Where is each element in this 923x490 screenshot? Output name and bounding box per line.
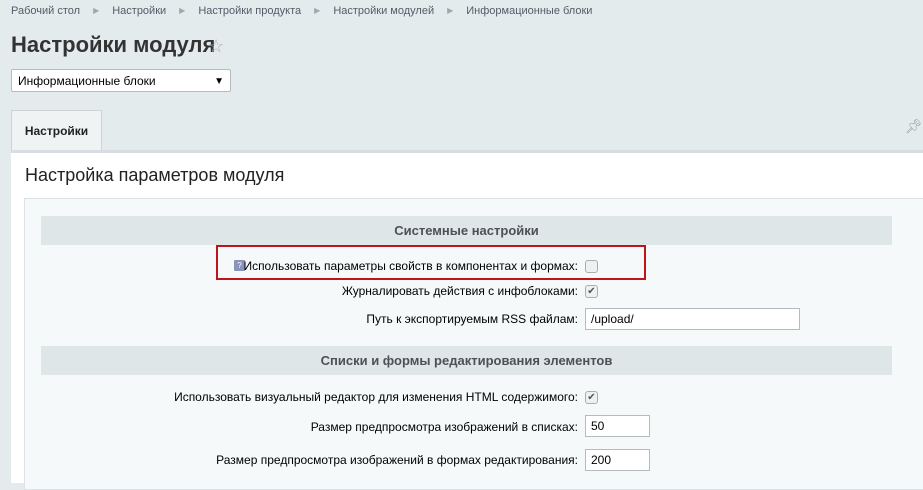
rss-path-input[interactable]: /upload/ xyxy=(585,308,800,330)
chevron-right-icon: ▶ xyxy=(179,6,186,15)
chevron-right-icon: ▶ xyxy=(447,6,454,15)
section-subtitle: Настройка параметров модуля xyxy=(25,165,285,185)
highlight-box xyxy=(216,245,646,280)
module-select[interactable]: Информационные блоки ▼ xyxy=(11,69,231,92)
log-actions-checkbox[interactable]: ✔ xyxy=(585,285,598,298)
module-select-value: Информационные блоки xyxy=(18,74,156,88)
breadcrumb-item[interactable]: Рабочий стол xyxy=(11,5,80,17)
form-preview-size-input[interactable]: 200 xyxy=(585,449,650,471)
chevron-right-icon: ▶ xyxy=(93,6,100,15)
breadcrumb-item[interactable]: Настройки xyxy=(112,5,166,17)
field-label: Использовать визуальный редактор для изм… xyxy=(174,390,578,404)
list-preview-size-input[interactable]: 50 xyxy=(585,415,650,437)
pin-icon[interactable]: 📌︎ xyxy=(905,118,923,135)
page-title: Настройки модуля xyxy=(11,32,216,57)
visual-editor-checkbox[interactable]: ✔ xyxy=(585,391,598,404)
section-header-lists: Списки и формы редактирования элементов xyxy=(41,346,892,375)
chevron-right-icon: ▶ xyxy=(314,6,321,15)
tab-settings[interactable]: Настройки xyxy=(11,110,102,153)
breadcrumb-item[interactable]: Настройки продукта xyxy=(198,5,301,17)
section-header-system: Системные настройки xyxy=(41,216,892,245)
dropdown-arrow-icon: ▼ xyxy=(214,76,224,87)
field-label: Размер предпросмотра изображений в списк… xyxy=(310,420,578,434)
field-label: Журналировать действия с инфоблоками: xyxy=(341,284,578,298)
field-label: Путь к экспортируемым RSS файлам: xyxy=(366,312,578,326)
breadcrumb: Рабочий стол ▶ Настройки ▶ Настройки проду… xyxy=(11,5,592,17)
breadcrumb-item[interactable]: Настройки модулей xyxy=(333,5,434,17)
breadcrumb-item[interactable]: Информационные блоки xyxy=(466,5,592,17)
field-label: Размер предпросмотра изображений в форма… xyxy=(216,453,578,467)
star-icon[interactable]: ☆ xyxy=(208,36,224,57)
